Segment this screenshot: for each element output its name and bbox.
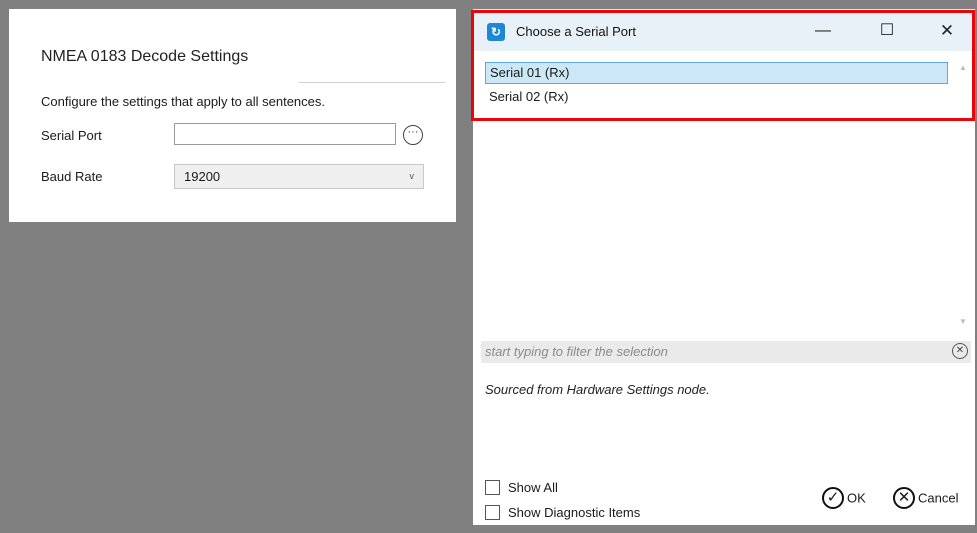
close-icon: ✕	[939, 21, 955, 40]
clear-filter-icon[interactable]: ✕	[952, 343, 968, 359]
title-divider	[299, 82, 445, 83]
choose-serial-port-dialog: ↻ Choose a Serial Port — ☐ ✕ Serial 01 (…	[473, 9, 975, 525]
baud-rate-select[interactable]: 19200 v	[174, 164, 424, 189]
scroll-down-icon[interactable]: ▼	[957, 317, 969, 329]
cancel-label: Cancel	[918, 490, 959, 506]
filter-input[interactable]: start typing to filter the selection ✕	[481, 341, 971, 363]
serial-port-list[interactable]: Serial 01 (Rx) Serial 02 (Rx) ▲ ▼	[483, 59, 971, 339]
maximize-icon: ☐	[879, 22, 895, 39]
checkbox-icon[interactable]	[485, 480, 500, 496]
dialog-title: Choose a Serial Port	[516, 24, 636, 39]
list-item[interactable]: Serial 01 (Rx)	[485, 62, 948, 84]
checkbox-icon[interactable]	[485, 505, 500, 521]
source-note: Sourced from Hardware Settings node.	[485, 382, 710, 397]
serial-port-label: Serial Port	[41, 128, 102, 143]
maximize-button[interactable]: ☐	[869, 19, 905, 43]
dialog-titlebar: ↻ Choose a Serial Port — ☐ ✕	[473, 9, 975, 51]
list-item[interactable]: Serial 02 (Rx)	[485, 86, 948, 108]
panel-description: Configure the settings that apply to all…	[41, 94, 326, 109]
chevron-down-icon: v	[409, 171, 415, 181]
x-circle-icon: ✕	[893, 487, 915, 509]
browse-button[interactable]: ···	[403, 125, 423, 145]
app-logo-icon: ↻	[487, 23, 505, 41]
checkbox-label: Show All	[508, 480, 558, 496]
show-diagnostic-checkbox[interactable]: Show Diagnostic Items	[485, 504, 641, 521]
checkbox-label: Show Diagnostic Items	[508, 505, 641, 521]
panel-title: NMEA 0183 Decode Settings	[41, 48, 249, 65]
baud-rate-value: 19200	[184, 169, 221, 184]
close-button[interactable]: ✕	[929, 19, 965, 43]
decode-settings-panel: NMEA 0183 Decode Settings Configure the …	[9, 9, 456, 222]
minimize-button[interactable]: —	[805, 19, 841, 43]
ok-label: OK	[847, 490, 866, 506]
scroll-up-icon[interactable]: ▲	[957, 63, 969, 75]
ok-button[interactable]: ✓ OK	[822, 487, 866, 509]
filter-placeholder: start typing to filter the selection	[485, 344, 668, 359]
show-all-checkbox[interactable]: Show All	[485, 479, 558, 496]
minimize-icon: —	[815, 22, 831, 39]
serial-port-input[interactable]	[174, 123, 396, 145]
cancel-button[interactable]: ✕ Cancel	[893, 487, 958, 509]
check-circle-icon: ✓	[822, 487, 844, 509]
ellipsis-circle-icon: ···	[407, 126, 419, 138]
baud-rate-label: Baud Rate	[41, 169, 103, 184]
